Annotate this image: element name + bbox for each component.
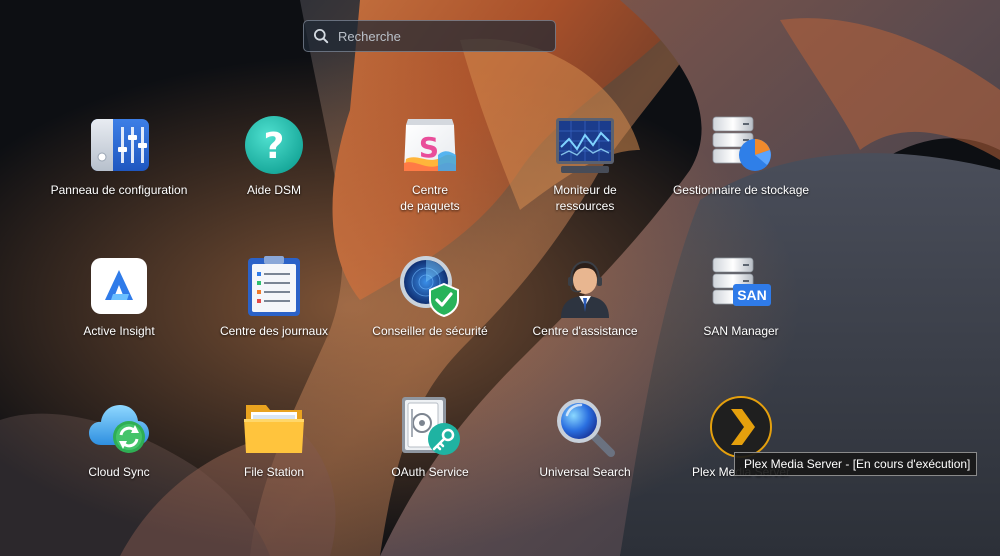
app-oauth-service[interactable]: OAuth Service — [352, 395, 508, 515]
app-centre-d-assistance[interactable]: Centre d'assistance — [507, 254, 663, 374]
package-center-icon: S — [398, 113, 462, 177]
app-conseiller-de-securite[interactable]: Conseiller de sécurité — [352, 254, 508, 374]
oauth-service-icon — [398, 395, 462, 459]
storage-manager-icon — [709, 113, 773, 177]
app-active-insight[interactable]: Active Insight — [41, 254, 197, 374]
svg-text:S: S — [419, 131, 439, 164]
help-icon: ? — [242, 113, 306, 177]
security-advisor-icon — [398, 254, 462, 318]
app-label: Aide DSM — [246, 183, 302, 197]
app-label: Conseiller de sécurité — [372, 324, 488, 338]
app-panneau-de-configuration[interactable]: Panneau de configuration — [41, 113, 197, 233]
svg-text:?: ? — [264, 126, 285, 167]
app-label: Cloud Sync — [88, 465, 150, 479]
plex-icon — [709, 395, 773, 459]
app-san-manager[interactable]: SAN SAN Manager — [663, 254, 819, 374]
tooltip: Plex Media Server - [En cours d'exécutio… — [734, 452, 978, 476]
file-station-icon — [242, 395, 306, 459]
app-label: OAuth Service — [391, 465, 469, 479]
app-label: Active Insight — [83, 324, 155, 338]
app-moniteur-de-ressources[interactable]: Moniteur de ressources — [507, 113, 663, 233]
app-label: Panneau de configuration — [50, 183, 188, 197]
app-gestionnaire-de-stockage[interactable]: Gestionnaire de stockage — [663, 113, 819, 233]
app-file-station[interactable]: File Station — [196, 395, 352, 515]
app-label: Universal Search — [539, 465, 631, 479]
app-label: Centre des journaux — [219, 324, 329, 338]
cloud-sync-icon — [87, 395, 151, 459]
control-panel-icon — [87, 113, 151, 177]
app-universal-search[interactable]: Universal Search — [507, 395, 663, 515]
search-input[interactable] — [336, 27, 550, 45]
app-label: Gestionnaire de stockage — [672, 183, 810, 197]
app-label: Centre de paquets — [400, 183, 460, 213]
support-center-icon — [553, 254, 617, 318]
search-bar[interactable] — [303, 20, 556, 52]
active-insight-icon — [87, 254, 151, 318]
app-aide-dsm[interactable]: ? Aide DSM — [196, 113, 352, 233]
app-label: Centre d'assistance — [532, 324, 638, 338]
app-label: File Station — [243, 465, 305, 479]
san-manager-icon: SAN — [709, 254, 773, 318]
app-label: SAN Manager — [703, 324, 779, 338]
app-centre-des-journaux[interactable]: Centre des journaux — [196, 254, 352, 374]
app-label: Moniteur de ressources — [553, 183, 617, 213]
app-cloud-sync[interactable]: Cloud Sync — [41, 395, 197, 515]
universal-search-icon — [553, 395, 617, 459]
resource-monitor-icon — [553, 113, 617, 177]
app-centre-de-paquets[interactable]: S Centre de paquets — [352, 113, 508, 233]
log-center-icon — [242, 254, 306, 318]
san-badge: SAN — [737, 287, 767, 303]
search-icon — [314, 29, 329, 44]
